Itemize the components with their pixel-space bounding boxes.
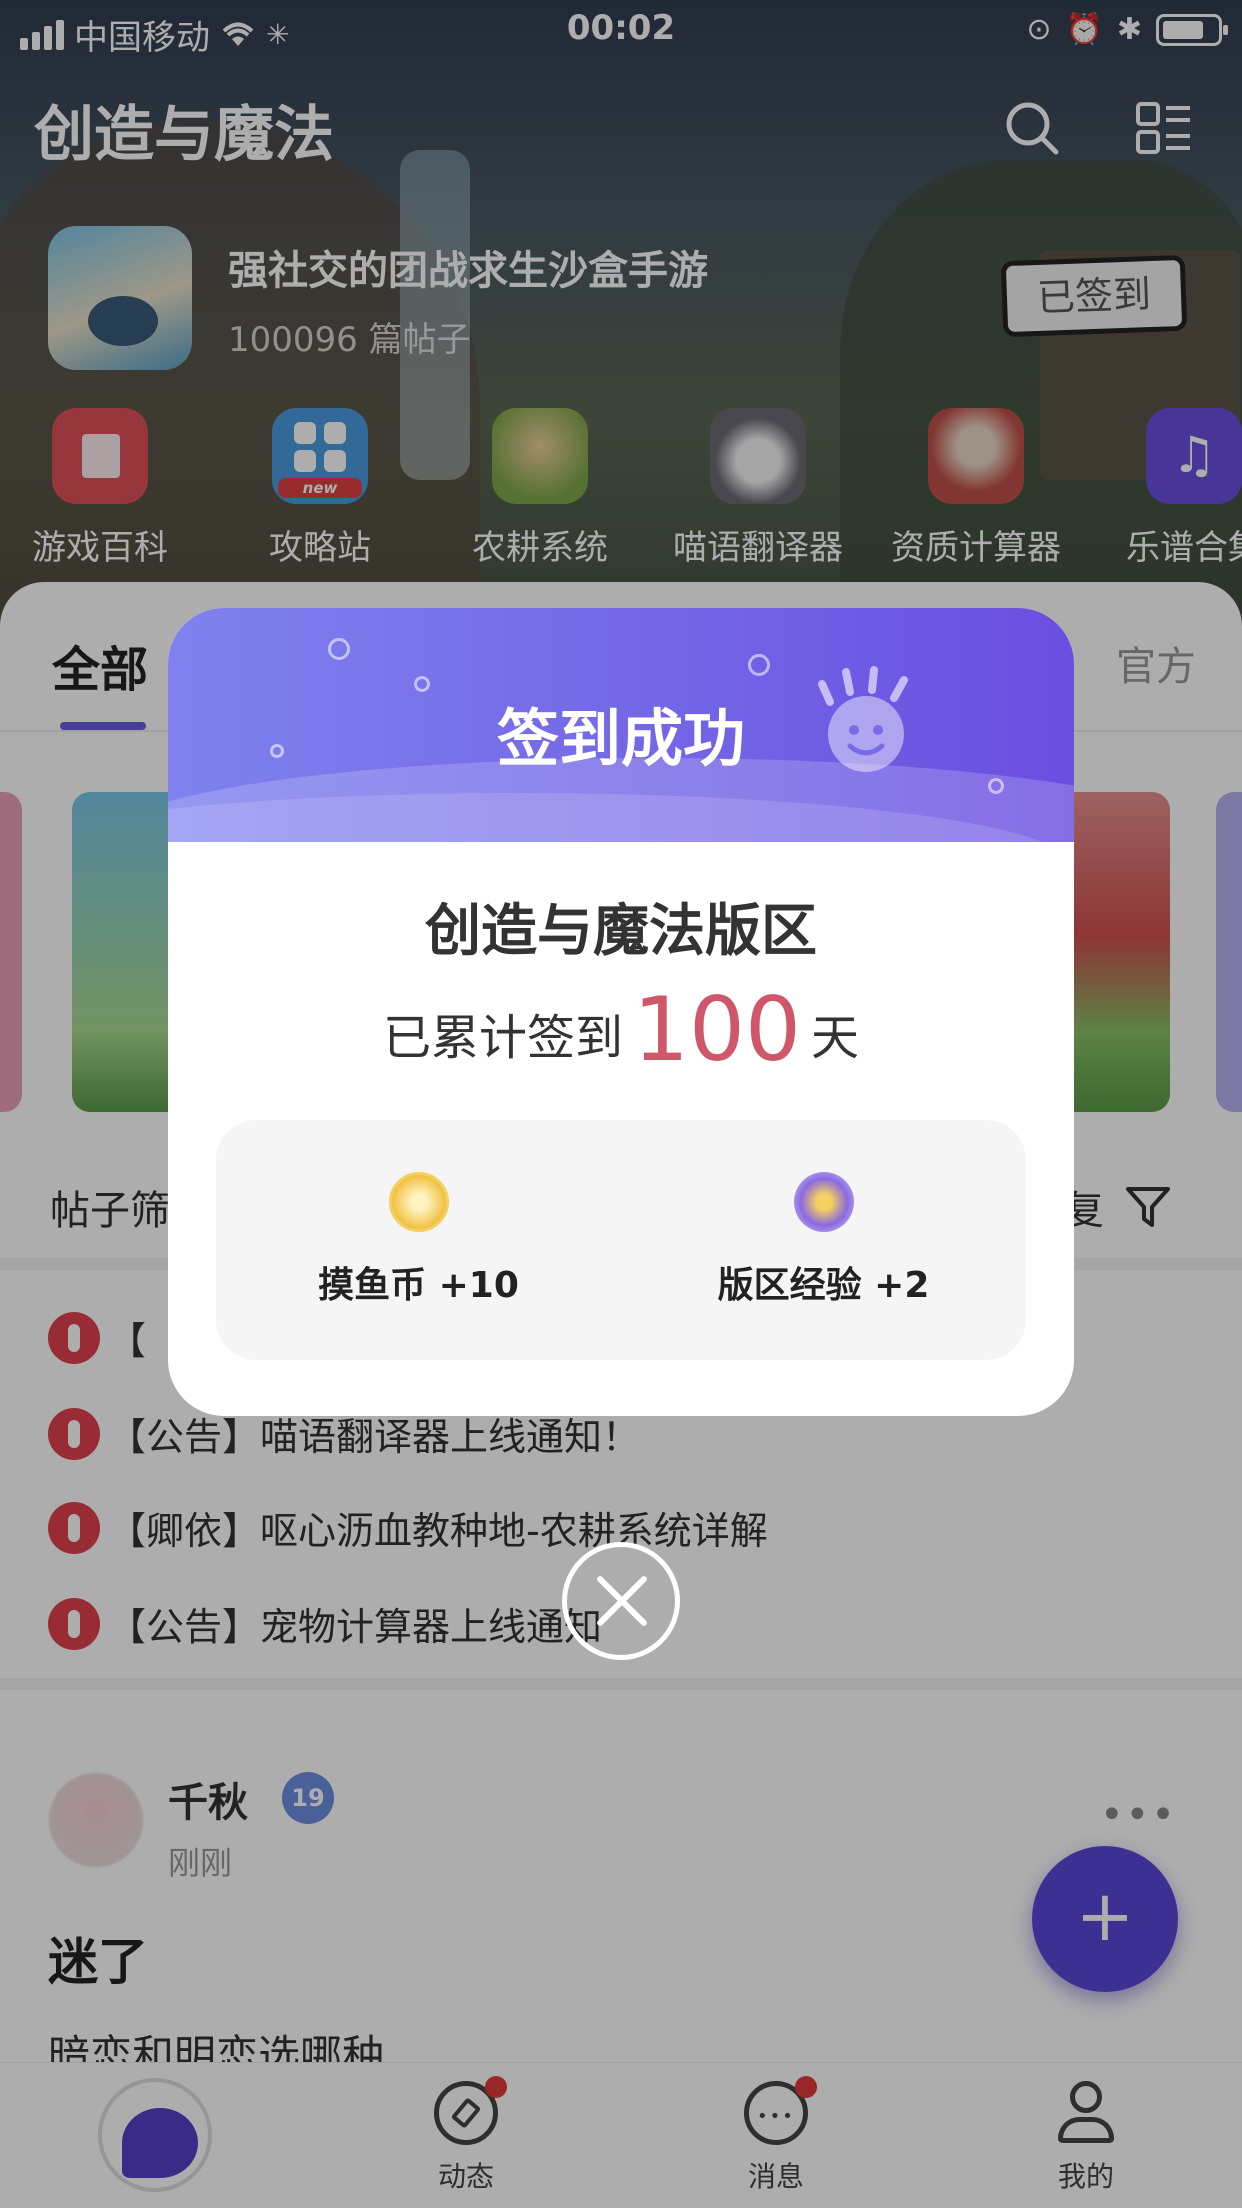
checkin-success-dialog: 签到成功 创造与魔法版区 已累计签到 100 天 摸鱼币 +10 版区经验 +2 xyxy=(168,608,1074,1416)
reward-fish-coin: 摸鱼币 +10 xyxy=(216,1172,621,1308)
waving-hand-icon xyxy=(818,666,908,772)
dialog-forum-name: 创造与魔法版区 xyxy=(425,899,817,964)
star-badge-icon xyxy=(793,1172,854,1232)
checkin-streak: 已累计签到 100 天 xyxy=(383,978,859,1081)
reward-panel: 摸鱼币 +10 版区经验 +2 xyxy=(216,1120,1026,1360)
fish-coin-icon xyxy=(388,1172,449,1232)
dialog-title: 签到成功 xyxy=(496,702,745,775)
reward-forum-exp: 版区经验 +2 xyxy=(621,1172,1026,1308)
checkin-days-count: 100 xyxy=(633,978,801,1081)
close-dialog-button[interactable] xyxy=(562,1542,680,1660)
dialog-header: 签到成功 xyxy=(168,608,1074,842)
